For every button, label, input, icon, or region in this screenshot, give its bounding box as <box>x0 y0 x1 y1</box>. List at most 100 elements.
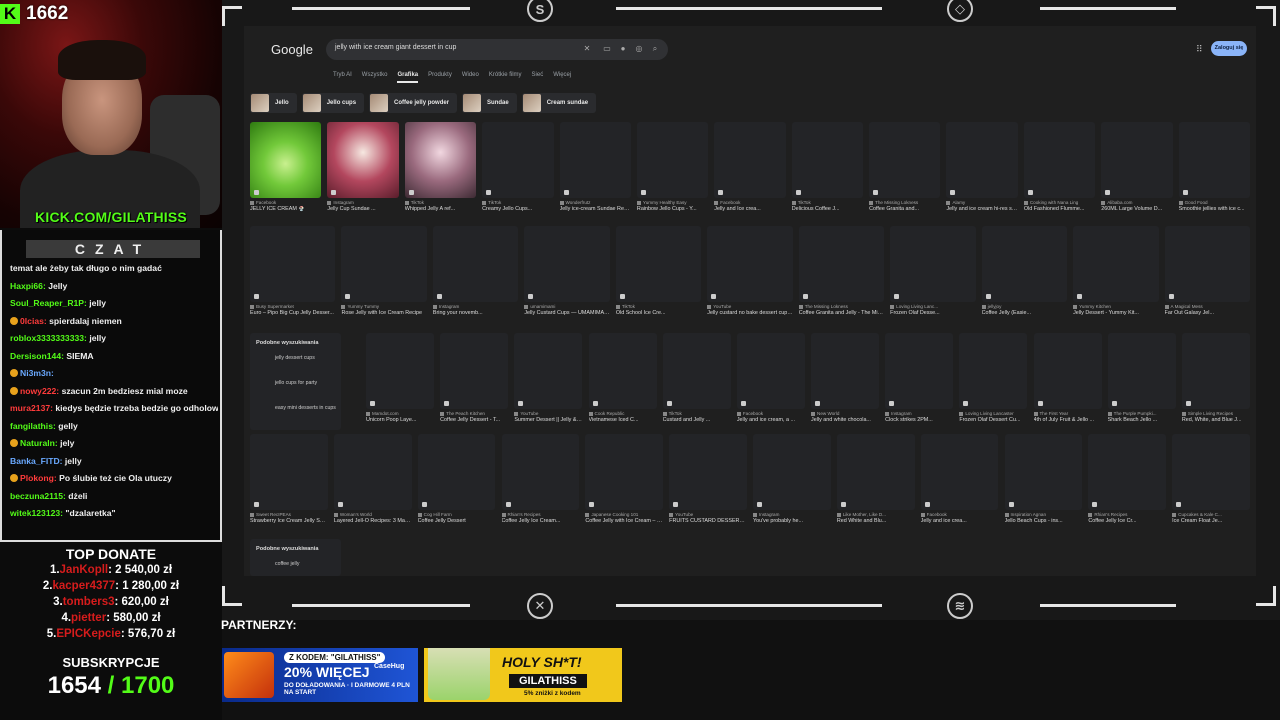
image-thumbnail[interactable] <box>514 333 583 409</box>
image-source[interactable]: The First Year <box>1034 411 1102 416</box>
image-thumbnail[interactable] <box>250 434 328 510</box>
image-result[interactable]: YouTube Jelly custard no bake dessert cup… <box>707 226 793 316</box>
image-source[interactable]: The Missing Lokness <box>869 200 940 205</box>
image-title[interactable]: Frozen Olaf Desse... <box>890 310 975 316</box>
image-title[interactable]: Far Out Galaxy Jel... <box>1165 310 1250 316</box>
image-thumbnail[interactable] <box>366 333 435 409</box>
image-result[interactable]: WonderfrutzJelly ice-cream Sundae Recipe… <box>559 122 631 212</box>
image-result[interactable]: Cog Hill Farm Coffee Jelly Dessert <box>417 434 496 524</box>
image-thumbnail[interactable] <box>946 122 1018 198</box>
casehug-banner[interactable]: Z KODEM: "GILATHISS" CaseHug 20% WIĘCEJ … <box>222 648 418 702</box>
image-thumbnail[interactable] <box>1088 434 1167 510</box>
image-source[interactable]: Good Food <box>1179 200 1250 205</box>
filter-chip[interactable]: Cream sundae <box>521 93 597 113</box>
chat-username[interactable]: Soul_Reaper_R1P: <box>10 298 87 308</box>
image-title[interactable]: Summer Dessert || Jelly & Ice-... <box>514 417 582 423</box>
image-result[interactable]: A Magical Mess Far Out Galaxy Jel... <box>1164 226 1250 316</box>
filter-chip[interactable]: Jello <box>250 93 297 113</box>
image-source[interactable]: TikTok <box>792 200 863 205</box>
image-result[interactable]: Instagram Clock strikes 2PM... <box>885 333 954 423</box>
image-result[interactable]: Instagram You've probably he... <box>753 434 831 524</box>
image-thumbnail[interactable] <box>1073 226 1159 302</box>
image-source[interactable]: Loving Living Lanc... <box>890 304 975 309</box>
image-thumbnail[interactable] <box>791 122 864 198</box>
image-thumbnail[interactable] <box>1023 122 1096 198</box>
image-source[interactable]: Cog Hill Farm <box>418 512 496 517</box>
image-title[interactable]: You've probably he... <box>753 518 831 524</box>
image-result[interactable]: The Missing Lokness Coffee Granita and Je… <box>798 226 885 316</box>
image-thumbnail[interactable] <box>1181 333 1250 409</box>
tab-wszystko[interactable]: Wszystko <box>362 72 388 83</box>
tab-więcej[interactable]: Więcej <box>553 72 571 83</box>
image-result[interactable]: Cupcakes & Kale C... Ice Cream Float Je..… <box>1172 434 1250 524</box>
image-title[interactable]: Jello Beach Cups - ins... <box>1005 518 1083 524</box>
image-source[interactable]: Facebook <box>921 512 999 517</box>
image-title[interactable]: Jelly and white chocola... <box>811 417 879 423</box>
image-title[interactable]: Jelly Custard Cups — UMAMIMAMI <box>524 310 609 316</box>
image-title[interactable]: Ice Cream Float Je... <box>1172 518 1250 524</box>
image-result[interactable]: Yummy Tummy Rose Jelly with Ice Cream Rec… <box>341 226 427 316</box>
image-source[interactable]: Instagram <box>885 411 953 416</box>
image-thumbnail[interactable] <box>615 226 702 302</box>
image-title[interactable]: FRUITS CUSTARD DESSERT CUP | C... <box>669 518 747 524</box>
image-title[interactable]: Jelly and ice cream, a ... <box>737 417 805 423</box>
tab-tryb-ai[interactable]: Tryb AI <box>333 72 352 83</box>
chat-username[interactable]: mura2137: <box>10 403 53 413</box>
image-source[interactable]: Busy Supermarket <box>250 304 335 309</box>
mic-icon[interactable]: ● <box>618 44 628 54</box>
image-thumbnail[interactable] <box>1178 122 1250 198</box>
clear-icon[interactable]: ✕ <box>582 44 592 54</box>
image-source[interactable]: Instagram <box>433 304 518 309</box>
image-thumbnail[interactable] <box>890 226 976 302</box>
image-thumbnail[interactable] <box>524 226 610 302</box>
image-thumbnail[interactable] <box>341 226 427 302</box>
image-title[interactable]: Coffee Jelly (Easie... <box>982 310 1067 316</box>
image-thumbnail[interactable] <box>981 226 1068 302</box>
image-title[interactable]: 4th of July Fruit & Jello ... <box>1034 417 1102 423</box>
image-result[interactable]: Japanese Cooking 101 Coffee Jelly with Ic… <box>585 434 664 524</box>
image-result[interactable]: Busy Supermarket Euro – Pipo Big Cup Jell… <box>250 226 336 316</box>
tab-wideo[interactable]: Wideo <box>462 72 479 83</box>
image-source[interactable]: Sweet RecIPEAs <box>250 512 328 517</box>
holy-banner[interactable]: HOLY SH*T! GILATHISS 5% zniżki z kodem <box>424 648 622 702</box>
image-title[interactable]: JELLY ICE CREAM 🍨 <box>250 206 321 212</box>
image-title[interactable]: Coffee Jelly with Ice Cream – Japa... <box>585 518 663 524</box>
filter-chip[interactable]: Sundae <box>462 93 517 113</box>
image-thumbnail[interactable] <box>417 434 496 510</box>
image-thumbnail[interactable] <box>707 226 793 302</box>
chat-username[interactable]: Plokong: <box>20 473 57 483</box>
image-title[interactable]: Jelly ice-cream Sundae Recipe – Wo... <box>560 206 631 212</box>
image-result[interactable]: The Purple Pumpki... Shark Beach Jello ..… <box>1107 333 1176 423</box>
image-result[interactable]: Like Mother, Like D... Red White and Blu.… <box>836 434 915 524</box>
image-result[interactable]: Simple Living Recipes Red, White, and Blu… <box>1181 333 1250 423</box>
image-title[interactable]: Rose Jelly with Ice Cream Recipe <box>341 310 426 316</box>
image-result[interactable]: Cook Republic Vietnamese Iced C... <box>588 333 657 423</box>
related-search-item[interactable]: easy mini desserts in cups <box>250 396 341 421</box>
filter-chip[interactable]: Coffee jelly powder <box>369 93 458 113</box>
image-result[interactable]: TikTok Creamy Jello Cups... <box>482 122 554 212</box>
chat-username[interactable]: Ni3m3n: <box>20 368 54 378</box>
image-title[interactable]: Coffee Granita and Jelly - The Missing L… <box>799 310 884 316</box>
image-title[interactable]: Rainbow Jello Cups - Y... <box>637 206 708 212</box>
image-source[interactable]: Mamdot.com <box>366 411 434 416</box>
image-title[interactable]: Euro – Pipo Big Cup Jelly Desser... <box>250 310 335 316</box>
image-title[interactable]: Delicious Coffee J... <box>792 206 863 212</box>
image-thumbnail[interactable] <box>482 122 554 198</box>
related-search-item[interactable]: coffee jelly <box>250 552 341 576</box>
image-result[interactable]: Instagram Jelly Cup Sundae ... <box>327 122 399 212</box>
image-title[interactable]: Old Fashioned Flumme... <box>1024 206 1095 212</box>
image-thumbnail[interactable] <box>1004 434 1083 510</box>
image-result[interactable]: The Missing Lokness Coffee Granita and... <box>869 122 941 212</box>
image-result[interactable]: The Peach Kitchen Coffee Jelly Dessert - … <box>440 333 509 423</box>
image-result[interactable]: Inspiration Agnan Jello Beach Cups - ins.… <box>1004 434 1083 524</box>
image-source[interactable]: Cupcakes & Kale C... <box>1172 512 1250 517</box>
image-title[interactable]: Jelly and ice cream hi-res stock... <box>946 206 1017 212</box>
image-thumbnail[interactable] <box>588 333 657 409</box>
image-source[interactable]: The Peach Kitchen <box>440 411 508 416</box>
image-title[interactable]: Unicorn Poop Laye... <box>366 417 434 423</box>
image-result[interactable]: TikTok Custard and Jelly ... <box>662 333 731 423</box>
chat-username[interactable]: roblox3333333333: <box>10 333 87 343</box>
image-source[interactable]: TikTok <box>405 200 476 205</box>
filter-chip[interactable]: Jello cups <box>301 93 365 113</box>
image-thumbnail[interactable] <box>669 434 747 510</box>
